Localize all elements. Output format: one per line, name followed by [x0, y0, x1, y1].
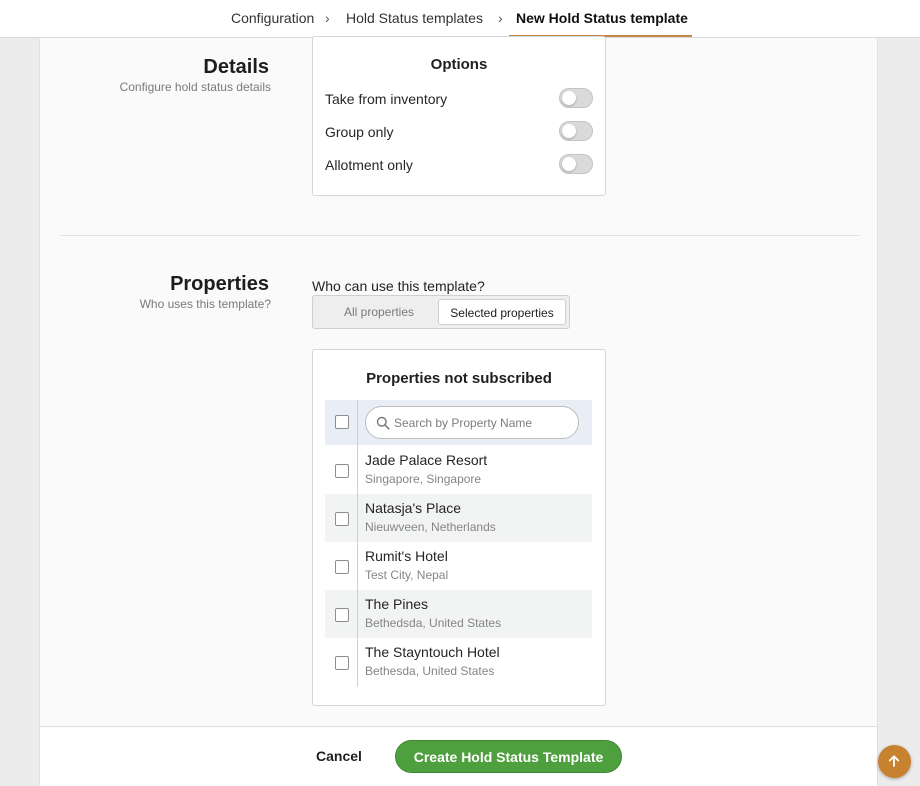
property-row[interactable]: The Pines Bethedsda, United States [325, 590, 592, 638]
property-location: Bethesda, United States [365, 664, 495, 678]
property-name: The Pines [365, 596, 429, 612]
option-label-allotment-only: Allotment only [325, 157, 413, 173]
property-row[interactable]: The Stayntouch Hotel Bethesda, United St… [325, 638, 592, 686]
selected-properties-option[interactable]: Selected properties [438, 299, 566, 325]
breadcrumb-hold-status-templates[interactable]: Hold Status templates [346, 10, 483, 26]
breadcrumb-current: New Hold Status template [516, 10, 688, 26]
toggle-knob [562, 124, 576, 138]
search-icon [376, 416, 390, 430]
allotment-only-toggle[interactable] [559, 154, 593, 174]
search-field[interactable] [365, 406, 579, 439]
property-location: Nieuwveen, Netherlands [365, 520, 496, 534]
toggle-knob [562, 157, 576, 171]
options-title: Options [430, 56, 488, 73]
chevron-right-icon: › [498, 10, 503, 26]
option-label-take-from-inventory: Take from inventory [325, 91, 448, 107]
properties-title: Properties [170, 273, 269, 295]
scroll-to-top-button[interactable] [878, 745, 911, 778]
property-name: Jade Palace Resort [365, 452, 488, 468]
properties-list-title: Properties not subscribed [366, 370, 552, 387]
property-checkbox[interactable] [335, 608, 349, 622]
form-sheet: Details Configure hold status details Op… [39, 36, 878, 786]
toggle-knob [562, 91, 576, 105]
take-from-inventory-toggle[interactable] [559, 88, 593, 108]
property-checkbox[interactable] [335, 464, 349, 478]
property-checkbox[interactable] [335, 656, 349, 670]
breadcrumb-configuration[interactable]: Configuration [231, 10, 314, 26]
chevron-right-icon: › [325, 10, 330, 26]
list-divider-line [357, 400, 358, 687]
search-input[interactable] [394, 414, 570, 432]
search-row [325, 400, 592, 445]
property-scope-switch: All properties Selected properties [312, 295, 570, 329]
property-name: Natasja's Place [365, 500, 462, 516]
action-bar: Cancel Create Hold Status Template [39, 726, 878, 786]
all-properties-option[interactable]: All properties [317, 299, 441, 325]
property-checkbox[interactable] [335, 512, 349, 526]
property-location: Test City, Nepal [365, 568, 449, 582]
scope-question: Who can use this template? [312, 278, 485, 294]
breadcrumb: Configuration › Hold Status templates › … [0, 0, 920, 38]
property-location: Singapore, Singapore [365, 472, 482, 486]
option-label-group-only: Group only [325, 124, 394, 140]
property-row[interactable]: Rumit's Hotel Test City, Nepal [325, 542, 592, 590]
details-subtitle: Configure hold status details [119, 80, 271, 94]
select-all-checkbox[interactable] [335, 415, 349, 429]
details-title: Details [203, 56, 269, 78]
property-checkbox[interactable] [335, 560, 349, 574]
property-name: The Stayntouch Hotel [365, 644, 500, 660]
property-row[interactable]: Jade Palace Resort Singapore, Singapore [325, 446, 592, 494]
properties-not-subscribed-card: Properties not subscribed Jade Palace Re… [312, 349, 606, 706]
property-location: Bethedsda, United States [365, 616, 502, 630]
properties-subtitle: Who uses this template? [139, 297, 271, 311]
property-row[interactable]: Natasja's Place Nieuwveen, Netherlands [325, 494, 592, 542]
create-hold-status-template-button[interactable]: Create Hold Status Template [395, 740, 622, 773]
section-divider [60, 235, 860, 236]
arrow-up-icon [888, 755, 900, 767]
cancel-button[interactable]: Cancel [316, 748, 362, 764]
group-only-toggle[interactable] [559, 121, 593, 141]
options-card: Options Take from inventory Group only A… [312, 36, 606, 196]
property-name: Rumit's Hotel [365, 548, 448, 564]
